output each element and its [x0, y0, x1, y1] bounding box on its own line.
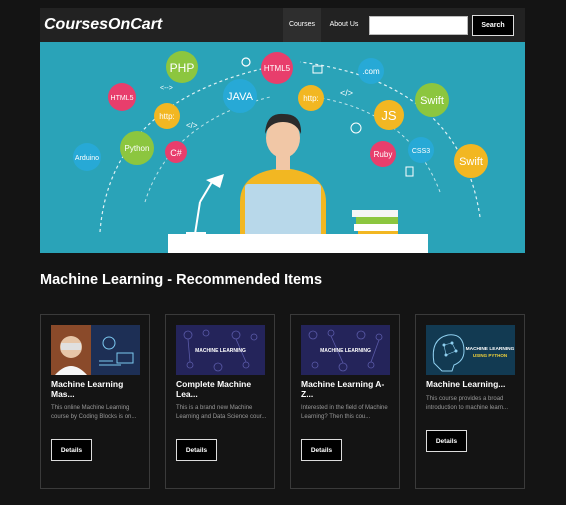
bubble-css3: CSS3: [408, 137, 434, 163]
svg-text:JS: JS: [381, 108, 397, 123]
bubble-http-right: http:: [298, 85, 324, 111]
svg-text:Ruby: Ruby: [374, 150, 393, 159]
bubble-swift-top: Swift: [415, 83, 449, 117]
bubble-php: PHP: [166, 51, 198, 83]
course-card: Machine Learning Mas... This online Mach…: [40, 314, 150, 489]
bubble-js: JS: [374, 100, 404, 130]
bubble-html5-top: HTML5: [261, 52, 293, 84]
card-description: This online Machine Learning course by C…: [51, 405, 137, 420]
bubble-csharp: C#: [165, 141, 187, 163]
details-button[interactable]: Details: [426, 430, 467, 452]
search-button[interactable]: Search: [472, 15, 514, 36]
course-card: MACHINE LEARNING Machine Learning A-Z...…: [290, 314, 400, 489]
desk-lamp: [186, 174, 224, 236]
card-description: This is a brand new Machine Learning and…: [176, 405, 267, 420]
magnifier-icon: [241, 57, 251, 67]
svg-text:PHP: PHP: [170, 61, 195, 75]
svg-text:http:: http:: [159, 112, 175, 121]
folder-icon: [312, 65, 323, 74]
svg-text:HTML5: HTML5: [264, 64, 291, 73]
bubble-python: Python: [120, 131, 154, 165]
navbar: CoursesOnCart Courses About Us Search: [40, 8, 525, 42]
bubble-http-left: http:: [154, 103, 180, 129]
document-icon: [405, 166, 414, 177]
svg-text:HTML5: HTML5: [111, 95, 134, 102]
gear-icon: [350, 122, 362, 134]
svg-text:JAVA: JAVA: [227, 91, 254, 103]
card-title: Machine Learning A-Z...: [301, 379, 385, 399]
svg-text:http:: http:: [303, 94, 319, 103]
svg-text:Python: Python: [125, 144, 150, 153]
laptop: [245, 184, 321, 236]
svg-text:USING PYTHON: USING PYTHON: [473, 353, 507, 358]
details-button[interactable]: Details: [301, 439, 342, 461]
card-title: Complete Machine Lea...: [176, 379, 252, 399]
person-vr-thumbnail-icon[interactable]: [51, 325, 140, 375]
details-button[interactable]: Details: [176, 439, 217, 461]
svg-text:Swift: Swift: [459, 156, 483, 168]
svg-text:MACHINE LEARNING: MACHINE LEARNING: [466, 346, 515, 352]
card-title: Machine Learning Mas...: [51, 379, 124, 399]
svg-text:Arduino: Arduino: [75, 155, 99, 162]
svg-text:MACHINE LEARNING: MACHINE LEARNING: [195, 348, 246, 354]
svg-text:Swift: Swift: [420, 95, 444, 107]
book-stack: [352, 210, 398, 235]
desk: [168, 234, 428, 253]
brain-python-thumbnail-icon[interactable]: MACHINE LEARNING USING PYTHON: [426, 325, 515, 375]
svg-text:C#: C#: [170, 148, 182, 158]
details-button[interactable]: Details: [51, 439, 92, 461]
bubble-arduino: Arduino: [73, 143, 101, 171]
course-card: MACHINE LEARNING Complete Machine Lea...…: [165, 314, 275, 489]
code-symbol: </>: [186, 121, 198, 130]
machine-learning-thumbnail-icon[interactable]: MACHINE LEARNING: [301, 325, 390, 375]
brand-logo[interactable]: CoursesOnCart: [44, 16, 162, 34]
svg-text:MACHINE LEARNING: MACHINE LEARNING: [320, 348, 371, 354]
svg-text:CSS3: CSS3: [412, 148, 430, 155]
section-title: Machine Learning - Recommended Items: [40, 272, 323, 288]
bubble-html5-left: HTML5: [108, 83, 136, 111]
code-symbol: </>: [340, 88, 353, 98]
bubble-java: JAVA: [223, 79, 257, 113]
bubble-dotcom: .com: [358, 58, 384, 84]
card-description: Interested in the field of Machine Learn…: [301, 405, 388, 420]
nav-link-about-us[interactable]: About Us: [327, 8, 361, 42]
machine-learning-thumbnail-icon[interactable]: MACHINE LEARNING: [176, 325, 265, 375]
nav-link-courses[interactable]: Courses: [283, 8, 321, 42]
hero-illustration: PHP HTML5 JAVA .com HTML5 <--> http: htt…: [73, 51, 488, 253]
card-description: This course provides a broad introductio…: [426, 396, 509, 411]
bubble-ruby: Ruby: [370, 141, 396, 167]
bubble-swift-bottom: Swift: [454, 144, 488, 178]
course-card: MACHINE LEARNING USING PYTHON Machine Le…: [415, 314, 525, 489]
card-title: Machine Learning...: [426, 379, 506, 389]
code-symbol: <-->: [160, 85, 173, 92]
search-input[interactable]: [369, 16, 468, 35]
hero-banner-image: PHP HTML5 JAVA .com HTML5 <--> http: htt…: [40, 42, 525, 253]
svg-text:.com: .com: [362, 67, 380, 76]
